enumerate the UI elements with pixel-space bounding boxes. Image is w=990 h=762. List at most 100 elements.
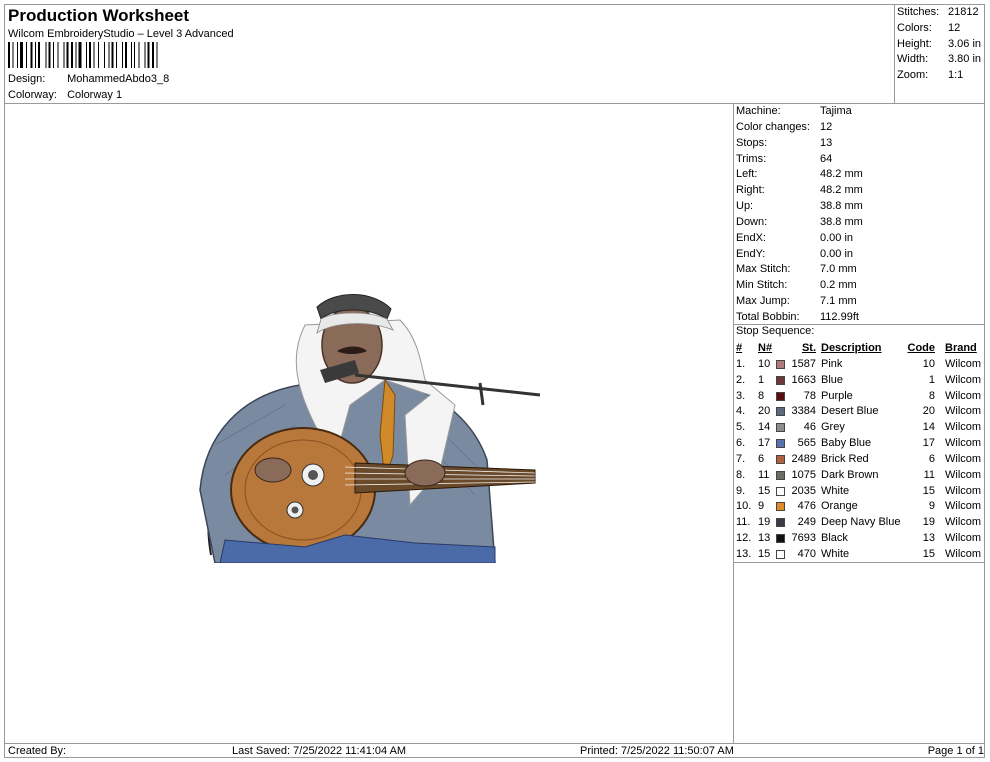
stop-sequence-title: Stop Sequence: — [736, 325, 815, 337]
row-index: 7. — [736, 452, 746, 465]
table-row: 12. 13 7693 Black 13 Wilcom — [736, 531, 986, 547]
row-needle: 20 — [758, 405, 771, 418]
barcode-bar — [63, 42, 65, 68]
row-stitches: 3384 — [791, 405, 816, 418]
summary-divider — [894, 4, 895, 103]
info-label: Machine: — [736, 105, 781, 117]
barcode-bar — [20, 42, 23, 68]
row-stitches: 249 — [797, 516, 816, 529]
row-needle: 10 — [758, 357, 771, 370]
table-row: 2. 1 1663 Blue 1 Wilcom — [736, 373, 986, 389]
right-hand — [254, 457, 292, 483]
info-label: Color changes: — [736, 120, 810, 133]
embroidery-design-preview — [199, 294, 541, 563]
summary-label: Height: — [897, 37, 932, 50]
row-stitches: 470 — [797, 547, 816, 560]
row-brand: Wilcom — [945, 500, 982, 513]
info-row: Min Stitch: 0.2 mm — [736, 278, 986, 294]
row-index: 9. — [736, 484, 746, 497]
row-brand: Wilcom — [945, 373, 982, 386]
summary-row: Height: 3.06 in — [897, 37, 987, 53]
row-brand: Wilcom — [945, 405, 982, 418]
info-row: Left: 48.2 mm — [736, 167, 986, 183]
color-swatch — [776, 407, 785, 417]
info-label: Left: — [736, 168, 758, 181]
color-swatch — [776, 391, 785, 401]
row-description: Brick Red — [821, 452, 869, 465]
info-value: 0.2 mm — [820, 279, 857, 292]
barcode-bar — [122, 42, 123, 68]
row-code: 20 — [922, 405, 935, 418]
row-description: White — [821, 547, 850, 560]
machine-info: Machine: Tajima Color changes: 12 Stops: 13… — [736, 104, 986, 326]
color-swatch — [776, 518, 785, 528]
info-value: 13 — [820, 136, 833, 149]
row-needle: 14 — [758, 421, 771, 434]
row-needle: 1 — [758, 373, 765, 386]
summary-value: 21812 — [948, 6, 979, 18]
page-number: Page 1 of 1 — [927, 745, 984, 757]
barcode-bar — [144, 42, 146, 68]
info-label: Right: — [736, 184, 765, 197]
info-row: Trims: 64 — [736, 152, 986, 168]
info-row: Color changes: 12 — [736, 120, 986, 136]
info-row: EndX: 0.00 in — [736, 231, 986, 247]
barcode-bar — [26, 42, 27, 68]
info-value: 112.99ft — [820, 310, 859, 323]
barcode-bar — [156, 42, 158, 68]
color-swatch — [776, 454, 785, 464]
row-brand: Wilcom — [945, 547, 982, 560]
info-value: 64 — [820, 152, 833, 165]
barcode-bar — [89, 42, 91, 68]
row-code: 15 — [922, 484, 935, 497]
summary-row: Width: 3.80 in — [897, 52, 987, 68]
barcode-bar — [93, 42, 95, 68]
row-description: Pink — [821, 357, 843, 370]
header-code: Code — [907, 342, 936, 354]
row-code: 17 — [922, 437, 935, 450]
info-value: Tajima — [820, 105, 852, 117]
row-code: 13 — [922, 532, 935, 545]
barcode-bar — [30, 42, 33, 68]
summary-value: 1:1 — [948, 69, 964, 82]
summary-value: 3.80 in — [948, 53, 982, 66]
barcode-bar — [134, 42, 135, 68]
row-stitches: 78 — [803, 389, 816, 402]
table-row: 5. 14 46 Grey 14 Wilcom — [736, 420, 986, 436]
row-code: 1 — [928, 373, 935, 386]
barcode-bar — [108, 42, 110, 68]
row-index: 3. — [736, 389, 746, 402]
row-stitches: 1075 — [791, 468, 816, 481]
barcode-bar — [17, 42, 18, 68]
row-code: 8 — [928, 389, 935, 402]
row-brand: Wilcom — [945, 468, 982, 481]
barcode-bar — [104, 42, 105, 68]
info-label: Max Jump: — [736, 295, 790, 308]
info-label: Max Stitch: — [736, 263, 791, 276]
row-brand: Wilcom — [945, 357, 982, 370]
table-row: 13. 15 470 White 15 Wilcom — [736, 547, 986, 563]
info-row: Down: 38.8 mm — [736, 215, 986, 231]
left-hand — [404, 459, 446, 487]
row-stitches: 1587 — [791, 357, 816, 370]
row-stitches: 476 — [797, 500, 816, 513]
barcode-bar — [71, 42, 73, 68]
barcode-bar — [66, 42, 69, 68]
color-swatch — [776, 534, 785, 544]
row-code: 14 — [922, 421, 935, 434]
sidebar-divider — [733, 103, 734, 743]
row-index: 4. — [736, 405, 746, 418]
summary-value: 12 — [948, 21, 961, 34]
info-label: Trims: — [736, 152, 767, 165]
row-needle: 11 — [758, 468, 770, 481]
row-brand: Wilcom — [945, 452, 982, 465]
color-swatch — [776, 486, 785, 496]
header-needle: N# — [758, 342, 773, 354]
row-stitches: 1663 — [791, 373, 816, 386]
row-index: 5. — [736, 421, 746, 434]
info-row: Max Stitch: 7.0 mm — [736, 262, 986, 278]
summary-value: 3.06 in — [948, 37, 982, 50]
oud-neck — [354, 462, 536, 494]
table-row: 4. 20 3384 Desert Blue 20 Wilcom — [736, 404, 986, 420]
row-code: 10 — [922, 357, 935, 370]
